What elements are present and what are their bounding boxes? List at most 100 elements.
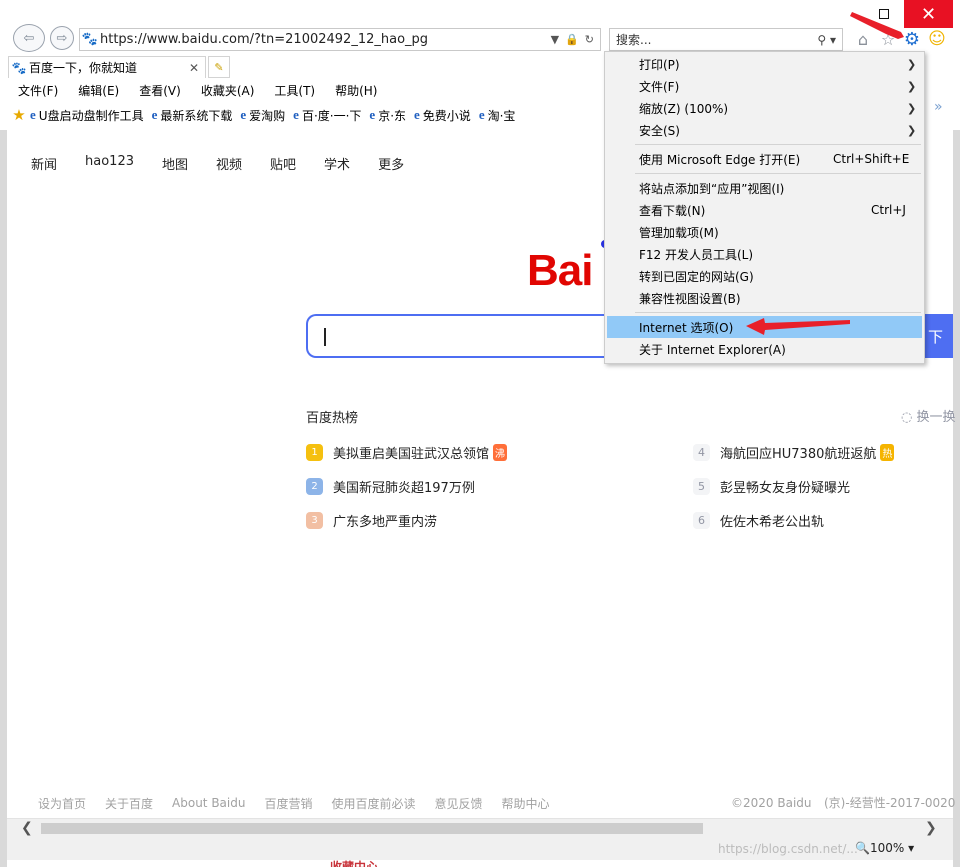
nav-link-news[interactable]: 新闻 [31, 154, 57, 173]
menu-item-file[interactable]: 文件(F) ❯ [607, 75, 922, 97]
fav-label: 淘·宝 [487, 108, 516, 123]
menu-shortcut: Ctrl+J [871, 203, 906, 217]
favorites-more-icon[interactable]: » [934, 99, 943, 115]
smiley-feedback-icon[interactable]: ☺ [926, 28, 948, 50]
hot-list-item[interactable]: 4 海航回应HU7380航班返航 热 [693, 443, 895, 462]
menu-file[interactable]: 文件(F) [8, 82, 68, 99]
menu-item-about-ie[interactable]: 关于 Internet Explorer(A) [607, 338, 922, 360]
footer-link[interactable]: 意见反馈 [435, 795, 483, 812]
new-tab-button[interactable]: ✎ [208, 56, 230, 78]
refresh-hot-list[interactable]: ◌ 换一换 [901, 406, 956, 425]
fav-item[interactable]: e 爱淘购 [240, 107, 285, 124]
menu-item-manage-addons[interactable]: 管理加载项(M) [607, 221, 922, 243]
menu-item-pinned-sites[interactable]: 转到已固定的网站(G) [607, 265, 922, 287]
close-button[interactable]: ✕ [904, 0, 953, 28]
browser-tab[interactable]: 🐾 百度一下，你就知道 ✕ [8, 56, 206, 78]
menu-favorites[interactable]: 收藏夹(A) [191, 82, 265, 99]
footer-link[interactable]: 设为首页 [38, 795, 86, 812]
baidu-search-input[interactable] [306, 314, 606, 358]
fav-item[interactable]: e 免费小说 [414, 107, 471, 124]
add-favorite-icon[interactable]: ★ [8, 106, 30, 124]
footer-link[interactable]: 百度营销 [264, 795, 312, 812]
ie-icon: e [293, 107, 299, 122]
fav-label: 爱淘购 [249, 108, 286, 123]
back-arrow-icon: ⇦ [23, 30, 35, 46]
menu-item-label: F12 开发人员工具(L) [639, 247, 754, 262]
nav-link-map[interactable]: 地图 [162, 154, 188, 173]
forward-button[interactable]: ⇨ [50, 26, 74, 50]
bottom-partial-text: 收藏中心 [330, 860, 379, 867]
refresh-icon[interactable]: ↻ [585, 33, 594, 46]
text-caret [324, 328, 326, 346]
fav-item[interactable]: e 淘·宝 [479, 107, 516, 124]
favorites-star-icon[interactable]: ☆ [877, 28, 899, 50]
tab-close-icon[interactable]: ✕ [189, 61, 205, 75]
horizontal-scrollbar[interactable]: ❮ ❯ [7, 818, 953, 838]
maximize-button[interactable] [866, 0, 902, 28]
scroll-right-icon[interactable]: ❯ [925, 820, 937, 836]
address-url[interactable]: https://www.baidu.com/?tn=21002492_12_ha… [100, 32, 551, 47]
menu-item-label: 缩放(Z) (100%) [639, 101, 729, 116]
menu-tools[interactable]: 工具(T) [264, 82, 325, 99]
menu-item-label: 安全(S) [639, 123, 680, 138]
menu-view[interactable]: 查看(V) [129, 82, 191, 99]
hot-list-item[interactable]: 3 广东多地严重内涝 [306, 511, 437, 530]
menu-item-compat-view[interactable]: 兼容性视图设置(B) [607, 287, 922, 309]
footer-link[interactable]: 使用百度前必读 [331, 795, 415, 812]
nav-link-video[interactable]: 视频 [216, 154, 242, 173]
nav-link-tieba[interactable]: 贴吧 [270, 154, 296, 173]
home-icon[interactable]: ⌂ [852, 28, 874, 50]
menu-edit[interactable]: 编辑(E) [68, 82, 129, 99]
rank-badge: 6 [693, 512, 710, 529]
hot-item-text: 彭昱畅女友身份疑曝光 [720, 481, 851, 496]
scroll-thumb[interactable] [41, 823, 703, 834]
menu-item-internet-options[interactable]: Internet 选项(O) [607, 316, 922, 338]
menu-item-security[interactable]: 安全(S) ❯ [607, 119, 922, 141]
menu-item-label: 兼容性视图设置(B) [639, 291, 741, 306]
search-dropdown-icon[interactable]: ▾ [830, 33, 836, 47]
ie-icon: e [240, 107, 247, 122]
menu-item-open-edge[interactable]: 使用 Microsoft Edge 打开(E) Ctrl+Shift+E [607, 148, 922, 170]
menu-bar: 文件(F) 编辑(E) 查看(V) 收藏夹(A) 工具(T) 帮助(H) [8, 79, 387, 101]
zoom-level[interactable]: 🔍100% ▾ [855, 841, 914, 855]
fav-item[interactable]: e 百·度·一·下 [293, 107, 361, 124]
magnifier-icon[interactable]: ⚲ [817, 33, 826, 47]
menu-item-downloads[interactable]: 查看下载(N) Ctrl+J [607, 199, 922, 221]
nav-link-xueshu[interactable]: 学术 [324, 154, 350, 173]
search-input[interactable]: 搜索... [610, 31, 817, 48]
menu-help[interactable]: 帮助(H) [325, 82, 387, 99]
fav-item[interactable]: e 最新系统下载 [152, 107, 233, 124]
menu-item-label: Internet 选项(O) [639, 320, 734, 335]
menu-item-f12[interactable]: F12 开发人员工具(L) [607, 243, 922, 265]
rank-badge: 4 [693, 444, 710, 461]
nav-link-more[interactable]: 更多 [378, 154, 404, 173]
footer-link[interactable]: 帮助中心 [502, 795, 550, 812]
back-button[interactable]: ⇦ [13, 24, 45, 52]
hot-list-item[interactable]: 6 佐佐木希老公出轨 [693, 511, 824, 530]
footer-link[interactable]: About Baidu [172, 796, 245, 810]
dropdown-icon[interactable]: ▼ [551, 33, 559, 46]
search-bar[interactable]: 搜索... ⚲ ▾ [609, 28, 843, 51]
footer-link[interactable]: 关于百度 [105, 795, 153, 812]
hot-list-item[interactable]: 1 美拟重启美国驻武汉总领馆 沸 [306, 443, 508, 462]
gear-icon[interactable]: ⚙ [901, 28, 923, 50]
lock-icon[interactable]: 🔒 [565, 33, 579, 46]
menu-item-add-to-apps[interactable]: 将站点添加到“应用”视图(I) [607, 177, 922, 199]
scroll-left-icon[interactable]: ❮ [21, 820, 33, 836]
nav-link-hao123[interactable]: hao123 [85, 154, 134, 173]
menu-item-label: 打印(P) [639, 57, 680, 72]
fav-item[interactable]: e U盘启动盘制作工具 [30, 107, 144, 124]
ie-icon: e [478, 107, 485, 122]
menu-item-zoom[interactable]: 缩放(Z) (100%) ❯ [607, 97, 922, 119]
hot-list-item[interactable]: 2 美国新冠肺炎超197万例 [306, 477, 475, 496]
menu-item-print[interactable]: 打印(P) ❯ [607, 53, 922, 75]
address-bar[interactable]: 🐾 https://www.baidu.com/?tn=21002492_12_… [79, 28, 601, 51]
baidu-search-button[interactable]: 下 [925, 314, 953, 358]
fav-item[interactable]: e 京·东 [369, 107, 406, 124]
baidu-paw-icon: 🐾 [81, 32, 99, 47]
menu-item-label: 使用 Microsoft Edge 打开(E) [639, 152, 801, 167]
baidu-logo: Bai [527, 246, 593, 295]
rank-badge: 3 [306, 512, 323, 529]
hot-item-text: 海航回应HU7380航班返航 [720, 447, 877, 462]
hot-list-item[interactable]: 5 彭昱畅女友身份疑曝光 [693, 477, 850, 496]
